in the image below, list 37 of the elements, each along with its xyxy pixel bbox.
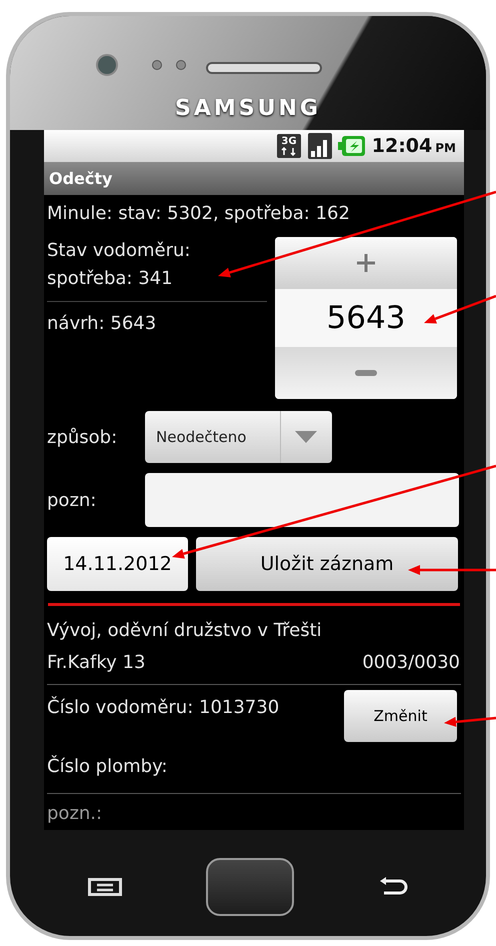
back-key-icon[interactable]	[378, 877, 408, 897]
note-label: pozn:	[47, 488, 98, 512]
previous-reading: Minule: stav: 5302, spotřeba: 162	[47, 202, 350, 226]
meter-state-label: Stav vodoměru:	[47, 239, 192, 263]
clock-time: 12:04	[372, 134, 432, 159]
minus-icon	[355, 370, 377, 376]
home-button[interactable]	[206, 858, 294, 916]
dropdown-arrow-icon	[294, 431, 316, 443]
save-record-button[interactable]: Uložit záznam	[196, 537, 458, 591]
annotation-arrow	[444, 716, 496, 727]
method-label: způsob:	[47, 426, 118, 450]
menu-key-icon[interactable]	[88, 878, 122, 896]
number-value[interactable]: 5643	[275, 289, 457, 347]
annotation-arrow	[424, 294, 496, 324]
customer-name: Vývoj, oděvní družstvo v Třešti	[47, 619, 322, 643]
app-title: Odečty	[49, 168, 112, 190]
increment-button[interactable]	[275, 237, 457, 289]
mobile-data-icon: 3G	[276, 133, 302, 159]
consumption-text: spotřeba: 341	[47, 267, 174, 291]
meter-number-text: Číslo vodoměru: 1013730	[47, 695, 280, 720]
number-picker[interactable]: 5643	[275, 237, 457, 399]
date-button[interactable]: 14.11.2012	[47, 537, 188, 591]
sensor-icon	[152, 60, 186, 70]
note-label: pozn.:	[47, 803, 102, 824]
seal-number-label: Číslo plomby:	[47, 754, 168, 778]
signal-icon	[308, 133, 332, 159]
plus-icon	[355, 252, 377, 274]
clock-meridiem: PM	[435, 140, 456, 157]
battery-charging-icon	[338, 135, 366, 157]
note-input-field[interactable]	[145, 473, 459, 527]
customer-address: Fr.Kafky 13	[47, 650, 146, 674]
method-dropdown[interactable]: Neodečteno	[145, 411, 332, 463]
brand-logo: SAMSUNG	[175, 95, 321, 123]
suggestion-text: návrh: 5643	[47, 312, 158, 336]
camera-icon	[96, 54, 118, 76]
customer-code: 0003/0030	[362, 650, 460, 674]
change-button[interactable]: Změnit	[344, 690, 457, 742]
